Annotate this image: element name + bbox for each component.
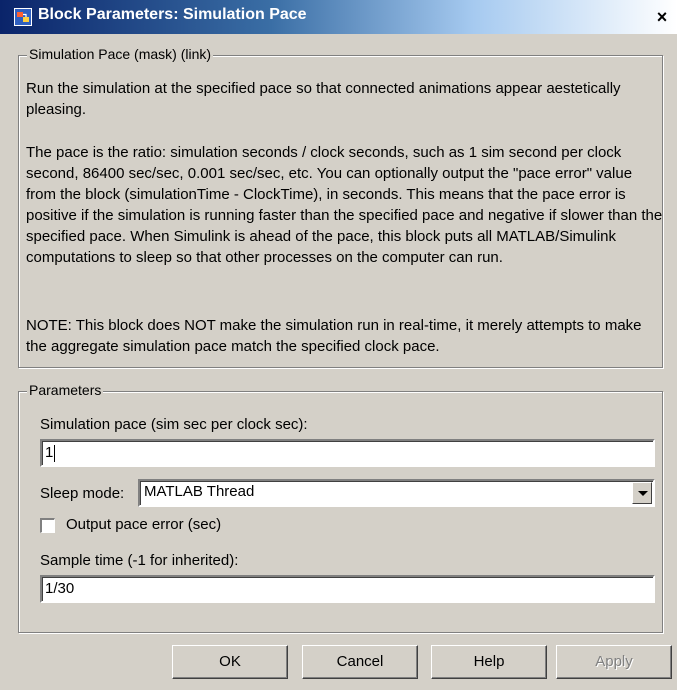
sample-time-label: Sample time (-1 for inherited): xyxy=(40,552,239,569)
sleep-mode-value: MATLAB Thread xyxy=(144,483,255,500)
cancel-button[interactable]: Cancel xyxy=(302,645,418,679)
simulation-pace-label: Simulation pace (sim sec per clock sec): xyxy=(40,416,308,433)
output-pace-error-checkbox[interactable] xyxy=(40,518,55,533)
sleep-mode-select[interactable]: MATLAB Thread xyxy=(138,479,655,507)
apply-button[interactable]: Apply xyxy=(556,645,672,679)
description-paragraph-3: NOTE: This block does NOT make the simul… xyxy=(26,317,642,355)
description-paragraph-1: Run the simulation at the specified pace… xyxy=(26,80,621,118)
text-caret xyxy=(54,444,56,462)
sample-time-input[interactable]: 1/30 xyxy=(40,575,655,603)
block-parameters-dialog: Block Parameters: Simulation Pace × Simu… xyxy=(0,0,677,690)
window-title: Block Parameters: Simulation Pace xyxy=(38,6,307,23)
close-icon[interactable]: × xyxy=(651,6,673,28)
simulation-pace-input[interactable]: 1 xyxy=(40,439,655,467)
ok-button[interactable]: OK xyxy=(172,645,288,679)
mask-group-label: Simulation Pace (mask) (link) xyxy=(27,46,214,62)
sleep-mode-label: Sleep mode: xyxy=(40,485,125,502)
simulation-pace-value: 1 xyxy=(45,444,54,461)
chevron-down-icon[interactable] xyxy=(632,482,652,504)
output-pace-error-label[interactable]: Output pace error (sec) xyxy=(66,516,221,533)
help-button[interactable]: Help xyxy=(431,645,547,679)
title-bar[interactable]: Block Parameters: Simulation Pace × xyxy=(0,0,677,34)
parameters-group-label: Parameters xyxy=(27,382,104,398)
description-paragraph-2: The pace is the ratio: simulation second… xyxy=(26,144,663,266)
simulink-block-icon xyxy=(14,8,32,26)
sample-time-value: 1/30 xyxy=(45,580,75,597)
